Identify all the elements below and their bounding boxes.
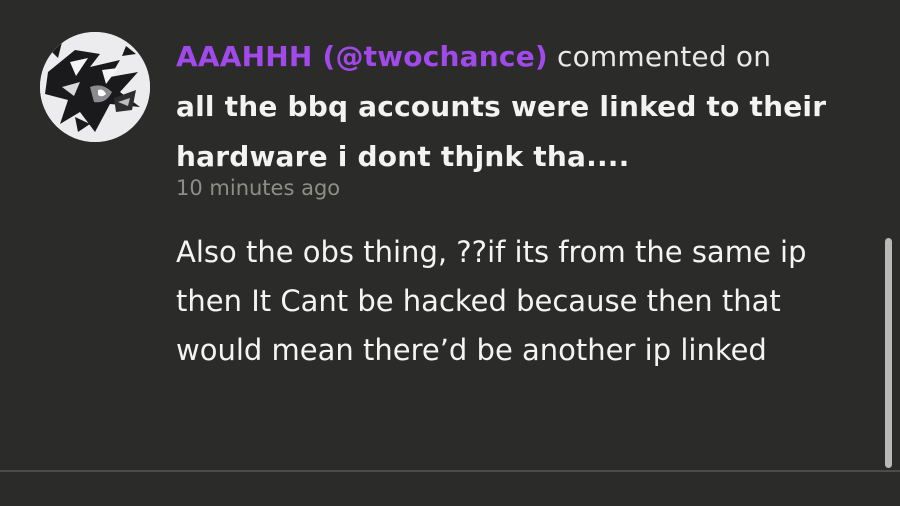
post-title-link[interactable]: all the bbq accounts were linked to thei… bbox=[176, 90, 826, 173]
action-text: commented on bbox=[557, 40, 772, 73]
username-link[interactable]: AAAHHH (@twochance) bbox=[176, 40, 548, 73]
comment-text: Also the obs thing, ??if its from the sa… bbox=[176, 235, 807, 367]
comment-notification[interactable]: AAAHHH (@twochance) commented on all the… bbox=[0, 0, 900, 472]
scrollbar-thumb[interactable] bbox=[885, 238, 892, 468]
timestamp: 10 minutes ago bbox=[176, 176, 341, 200]
avatar[interactable] bbox=[40, 32, 150, 142]
avatar-drawing-icon bbox=[40, 32, 150, 142]
notification-header: AAAHHH (@twochance) commented on all the… bbox=[176, 32, 856, 182]
divider bbox=[0, 470, 900, 472]
